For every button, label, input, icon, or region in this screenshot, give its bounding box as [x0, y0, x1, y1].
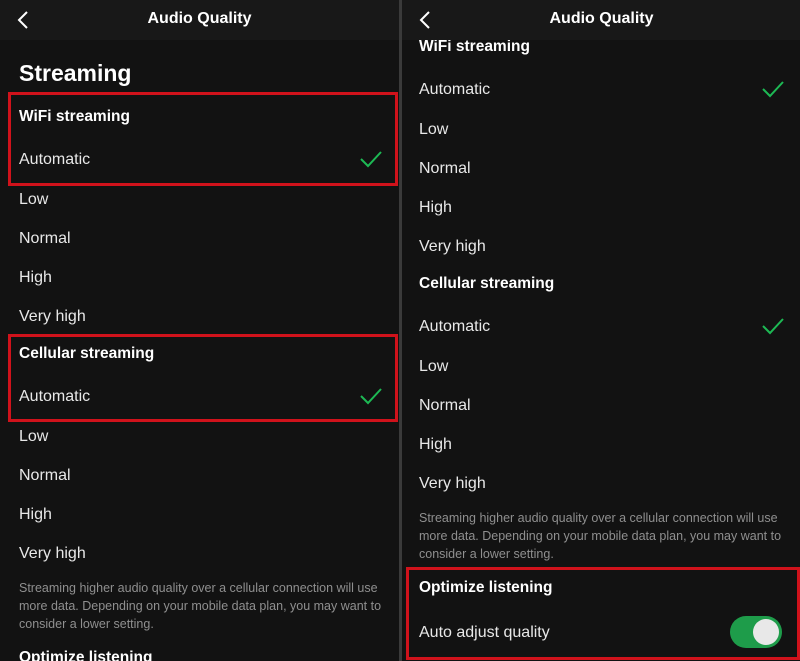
cellular-option-automatic[interactable]: Automatic: [419, 318, 800, 354]
cellular-option-normal[interactable]: Normal: [419, 397, 800, 433]
wifi-option-high[interactable]: High: [19, 269, 399, 305]
optimize-listening-title: Optimize listening: [419, 579, 553, 596]
cellular-option-normal[interactable]: Normal: [19, 467, 399, 503]
cellular-option-low[interactable]: Low: [419, 358, 800, 394]
auto-adjust-quality-toggle[interactable]: [730, 616, 782, 648]
top-bar: Audio Quality: [0, 0, 399, 40]
optimize-listening-title: Optimize listening: [19, 649, 153, 661]
wifi-streaming-title: WiFi streaming: [419, 38, 530, 55]
wifi-option-low[interactable]: Low: [19, 191, 399, 227]
wifi-option-very-high[interactable]: Very high: [419, 238, 800, 274]
wifi-option-automatic[interactable]: Automatic: [419, 81, 800, 117]
wifi-option-high[interactable]: High: [419, 199, 800, 235]
page-title: Audio Quality: [549, 10, 654, 27]
cellular-streaming-title: Cellular streaming: [419, 275, 555, 292]
cellular-option-high[interactable]: High: [19, 506, 399, 542]
wifi-option-normal[interactable]: Normal: [419, 160, 800, 196]
cellular-option-low[interactable]: Low: [19, 428, 399, 464]
wifi-option-very-high[interactable]: Very high: [19, 308, 399, 344]
audio-quality-screen-left: Audio Quality Streaming WiFi streaming A…: [0, 0, 399, 661]
cellular-streaming-title: Cellular streaming: [19, 345, 155, 362]
cellular-data-note: Streaming higher audio quality over a ce…: [19, 581, 382, 631]
wifi-option-normal[interactable]: Normal: [19, 230, 399, 266]
checkmark-icon: [360, 151, 382, 168]
cellular-data-note: Streaming higher audio quality over a ce…: [419, 511, 782, 561]
cellular-option-very-high[interactable]: Very high: [19, 545, 399, 581]
wifi-option-automatic[interactable]: Automatic: [19, 151, 399, 187]
cellular-option-automatic[interactable]: Automatic: [19, 388, 399, 424]
audio-quality-screen-right: WiFi streaming Automatic Low Normal High…: [402, 0, 800, 661]
top-bar: Audio Quality: [402, 0, 800, 40]
wifi-streaming-title: WiFi streaming: [19, 108, 130, 125]
cellular-option-high[interactable]: High: [419, 436, 800, 472]
toggle-knob: [753, 619, 779, 645]
cellular-option-very-high[interactable]: Very high: [419, 475, 800, 511]
checkmark-icon: [762, 318, 784, 335]
section-heading-streaming: Streaming: [19, 60, 132, 86]
checkmark-icon: [762, 81, 784, 98]
page-title: Audio Quality: [147, 10, 252, 27]
checkmark-icon: [360, 388, 382, 405]
wifi-option-low[interactable]: Low: [419, 121, 800, 157]
